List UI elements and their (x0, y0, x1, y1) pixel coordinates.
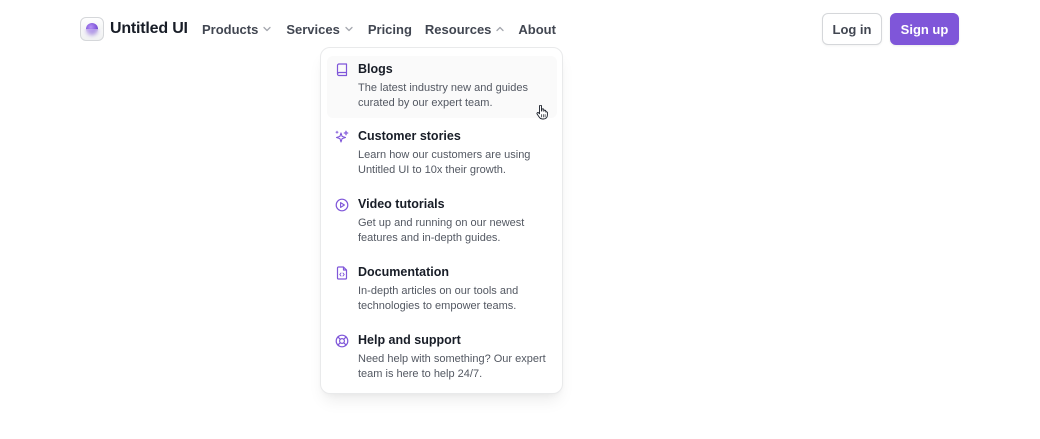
menu-item-video-tutorials[interactable]: Video tutorials Get up and running on ou… (327, 191, 557, 253)
menu-item-title: Video tutorials (358, 197, 445, 211)
menu-item-description: Need help with something? Our expert tea… (358, 353, 546, 380)
nav-products[interactable]: Products (202, 22, 272, 37)
file-code-icon (336, 266, 348, 280)
nav-products-label: Products (202, 21, 259, 37)
chevron-up-icon (496, 26, 505, 32)
menu-item-help-and-support[interactable]: Help and support Need help with somethin… (327, 327, 557, 389)
menu-item-documentation[interactable]: Documentation In-depth articles on our t… (327, 259, 557, 321)
nav-services[interactable]: Services (286, 22, 354, 37)
menu-item-title: Customer stories (358, 129, 461, 143)
resources-dropdown: Blogs The latest industry new and guides… (320, 47, 563, 394)
menu-item-customer-stories[interactable]: Customer stories Learn how our customers… (327, 123, 557, 185)
book-icon (336, 63, 348, 77)
nav-services-label: Services (286, 21, 340, 37)
signup-button[interactable]: Sign up (890, 13, 959, 45)
sparkle-icon (335, 130, 349, 143)
menu-item-title: Blogs (358, 62, 393, 76)
nav-about-label: About (518, 21, 556, 37)
nav-about[interactable]: About (518, 22, 556, 37)
menu-item-description: In-depth articles on our tools and techn… (358, 285, 519, 312)
play-circle-icon (335, 198, 349, 212)
menu-item-title: Documentation (358, 265, 449, 279)
logo-mark-icon (80, 17, 104, 41)
nav-pricing[interactable]: Pricing (368, 22, 412, 37)
menu-item-description: Learn how our customers are using Untitl… (358, 149, 531, 176)
menu-item-description: The latest industry new and guides curat… (358, 82, 528, 109)
menu-item-title: Help and support (358, 333, 461, 347)
life-buoy-icon (335, 334, 349, 348)
menu-item-blogs[interactable]: Blogs The latest industry new and guides… (327, 56, 557, 118)
brand-name: Untitled UI (110, 20, 188, 37)
chevron-down-icon (263, 26, 271, 32)
nav-resources-label: Resources (424, 21, 492, 37)
main-nav: Products Services Pricing Resources Abou… (202, 19, 556, 39)
hand-pointer-cursor-icon (536, 105, 548, 120)
brand-logo[interactable]: Untitled UI (80, 16, 188, 42)
login-button[interactable]: Log in (822, 13, 882, 45)
menu-item-description: Get up and running on our newest feature… (358, 217, 525, 244)
chevron-down-icon (345, 26, 353, 32)
nav-pricing-label: Pricing (367, 21, 412, 37)
nav-resources[interactable]: Resources (425, 22, 505, 37)
